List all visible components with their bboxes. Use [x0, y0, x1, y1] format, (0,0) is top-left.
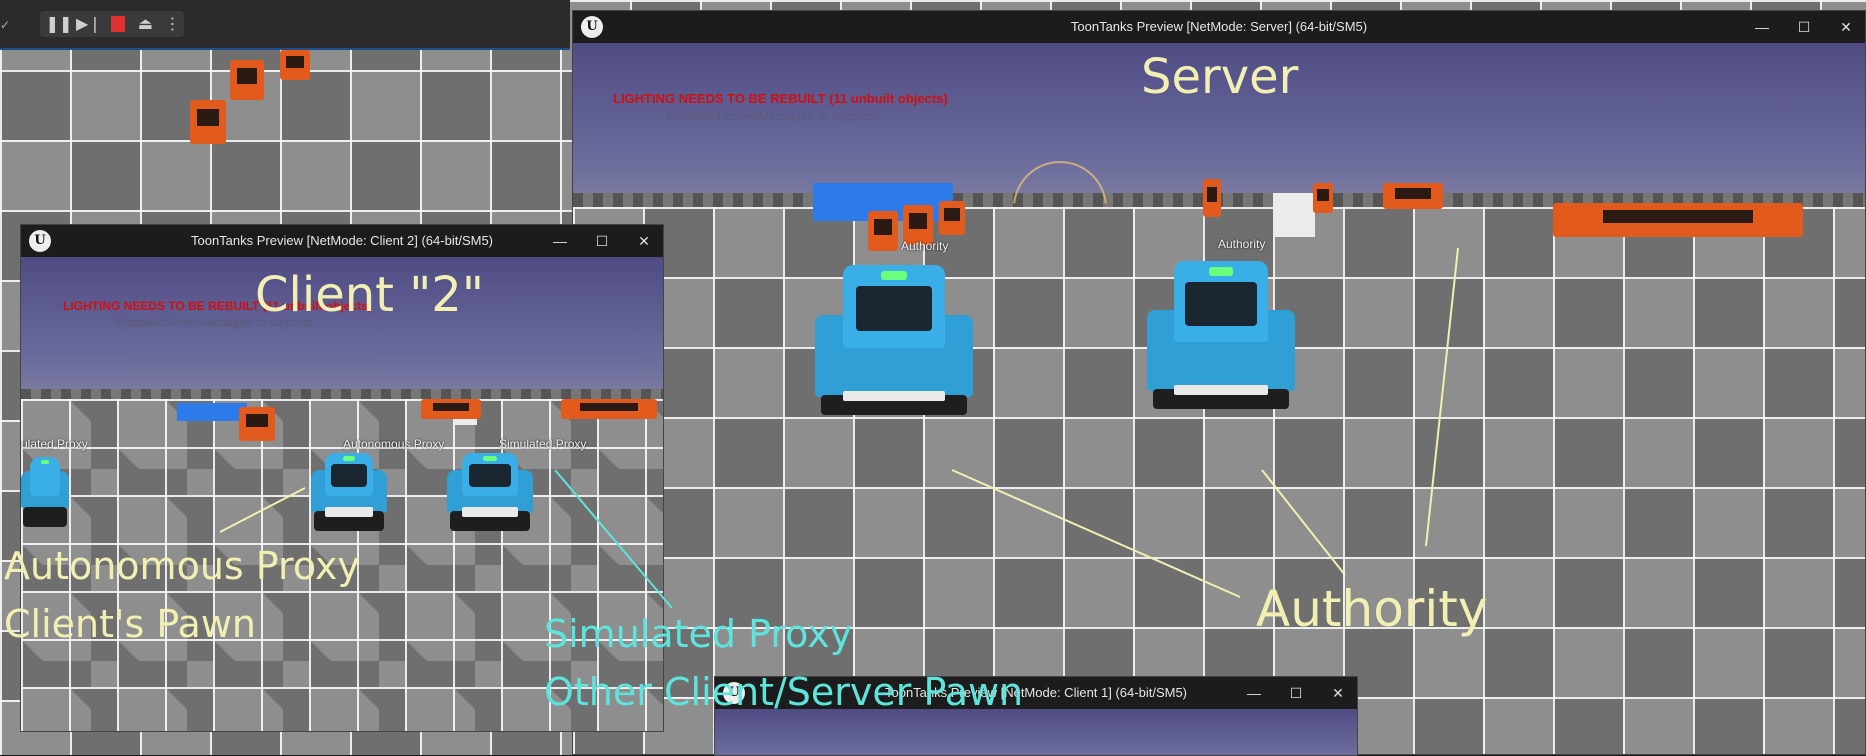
annotation-lines	[219, 247, 1459, 609]
annotation-line-simulated	[554, 469, 673, 609]
annotation-line-authority	[1425, 247, 1459, 547]
clients-pawn-annotation: Client's Pawn	[4, 602, 256, 646]
annotation-line-autonomous	[219, 487, 306, 533]
autonomous-proxy-annotation: Autonomous Proxy	[4, 544, 360, 588]
annotation-line-authority	[951, 469, 1241, 598]
annotation-line-authority	[1261, 469, 1346, 576]
authority-annotation: Authority	[1256, 580, 1488, 638]
simulated-proxy-annotation: Simulated Proxy	[544, 612, 853, 656]
other-pawn-annotation: Other Client/Server Pawn	[544, 670, 1024, 714]
